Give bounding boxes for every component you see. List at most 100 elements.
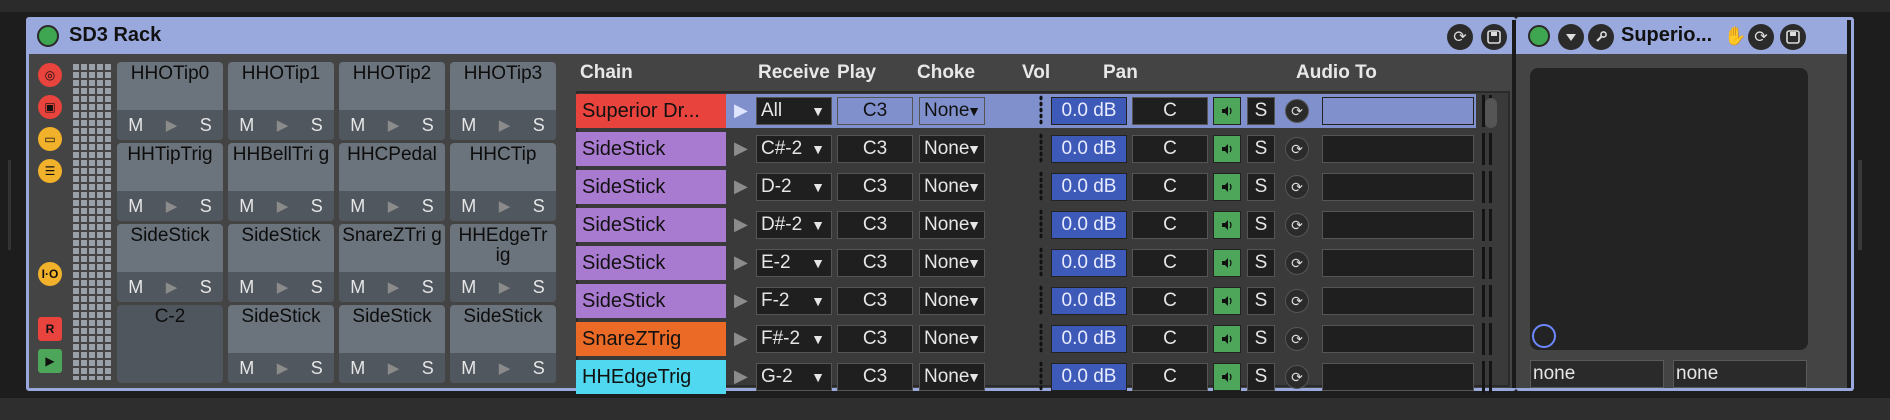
- drum-pad[interactable]: SideStick M ▶ S: [228, 305, 334, 383]
- chain-name[interactable]: HHEdgeTrig: [576, 360, 726, 394]
- x-axis-select[interactable]: none: [1530, 360, 1664, 388]
- chain-row[interactable]: HHEdgeTrig ▶ G-2 ▼ C3 None ▼ 0.0 dB C S ⟳: [576, 359, 1510, 395]
- choke-dropdown[interactable]: None ▼: [919, 287, 985, 315]
- volume-field[interactable]: 0.0 dB: [1051, 287, 1127, 315]
- pad-mute-button[interactable]: M: [350, 115, 365, 136]
- chain-row[interactable]: SideStick ▶ C#-2 ▼ C3 None ▼ 0.0 dB C S ⟳: [576, 131, 1510, 167]
- pad-play-icon[interactable]: ▶: [166, 278, 178, 296]
- pan-field[interactable]: C: [1132, 97, 1208, 125]
- chain-play-icon[interactable]: ▶: [734, 214, 748, 235]
- pad-play-icon[interactable]: ▶: [499, 359, 511, 377]
- drag-handle[interactable]: [1039, 133, 1043, 163]
- chain-name[interactable]: SideStick: [576, 208, 726, 242]
- speaker-icon[interactable]: [1213, 287, 1241, 315]
- solo-button[interactable]: S: [1247, 287, 1275, 315]
- receive-dropdown[interactable]: D-2 ▼: [756, 173, 832, 201]
- chain-row[interactable]: SideStick ▶ D#-2 ▼ C3 None ▼ 0.0 dB C S ⟳: [576, 207, 1510, 243]
- pan-field[interactable]: C: [1132, 135, 1208, 163]
- pad-solo-button[interactable]: S: [533, 358, 545, 379]
- chain-row[interactable]: SideStick ▶ F-2 ▼ C3 None ▼ 0.0 dB C S ⟳: [576, 283, 1510, 319]
- solo-button[interactable]: S: [1247, 325, 1275, 353]
- receive-dropdown[interactable]: C#-2 ▼: [756, 135, 832, 163]
- choke-dropdown[interactable]: None ▼: [919, 325, 985, 353]
- pad-mute-button[interactable]: M: [239, 358, 254, 379]
- pad-solo-button[interactable]: S: [422, 277, 434, 298]
- play-note-field[interactable]: C3: [837, 287, 913, 315]
- pad-mute-button[interactable]: M: [239, 196, 254, 217]
- speaker-icon[interactable]: [1213, 211, 1241, 239]
- drum-pad[interactable]: SideStick M ▶ S: [228, 224, 334, 302]
- drum-pad[interactable]: HHOTip1 M ▶ S: [228, 62, 334, 140]
- pad-play-icon[interactable]: ▶: [388, 197, 400, 215]
- pad-solo-button[interactable]: S: [311, 115, 323, 136]
- pad-play-icon[interactable]: ▶: [277, 116, 289, 134]
- hotswap-icon[interactable]: ⟳: [1285, 289, 1309, 313]
- speaker-icon[interactable]: [1213, 363, 1241, 391]
- drum-pad[interactable]: C-2: [117, 305, 223, 383]
- drag-handle[interactable]: [1039, 209, 1043, 239]
- volume-field[interactable]: 0.0 dB: [1051, 325, 1127, 353]
- volume-field[interactable]: 0.0 dB: [1051, 363, 1127, 391]
- chain-name[interactable]: SideStick: [576, 170, 726, 204]
- left-scroll-handle[interactable]: [8, 160, 11, 250]
- pad-solo-button[interactable]: S: [422, 196, 434, 217]
- pad-overview-grid[interactable]: [71, 62, 111, 380]
- hotswap-icon[interactable]: ⟳: [1285, 365, 1309, 389]
- pad-play-icon[interactable]: ▶: [388, 116, 400, 134]
- choke-dropdown[interactable]: None ▼: [919, 363, 985, 391]
- volume-field[interactable]: 0.0 dB: [1051, 173, 1127, 201]
- pad-play-icon[interactable]: ▶: [388, 359, 400, 377]
- receive-dropdown[interactable]: D#-2 ▼: [756, 211, 832, 239]
- drum-pad[interactable]: HHOTip0 M ▶ S: [117, 62, 223, 140]
- play-note-field[interactable]: C3: [837, 173, 913, 201]
- pad-mute-button[interactable]: M: [461, 358, 476, 379]
- chain-row[interactable]: SideStick ▶ E-2 ▼ C3 None ▼ 0.0 dB C S ⟳: [576, 245, 1510, 281]
- plugin-power-button[interactable]: [1528, 25, 1550, 47]
- speaker-icon[interactable]: [1213, 135, 1241, 163]
- drag-handle[interactable]: [1039, 171, 1043, 201]
- pad-solo-button[interactable]: S: [200, 277, 212, 298]
- pad-mute-button[interactable]: M: [350, 196, 365, 217]
- drum-pad[interactable]: HHEdgeTr ig M ▶ S: [450, 224, 556, 302]
- speaker-icon[interactable]: [1213, 97, 1241, 125]
- drum-pad[interactable]: SnareZTri g M ▶ S: [339, 224, 445, 302]
- pad-solo-button[interactable]: S: [422, 115, 434, 136]
- chain-play-icon[interactable]: ▶: [734, 252, 748, 273]
- hotswap-icon[interactable]: ⟳: [1285, 137, 1309, 161]
- xy-pad[interactable]: [1530, 68, 1808, 350]
- rack-title-bar[interactable]: [29, 20, 1513, 54]
- pad-play-icon[interactable]: ▶: [499, 197, 511, 215]
- pad-mute-button[interactable]: M: [239, 277, 254, 298]
- play-note-field[interactable]: C3: [837, 135, 913, 163]
- play-note-field[interactable]: C3: [837, 363, 913, 391]
- drum-pad[interactable]: HHCTip M ▶ S: [450, 143, 556, 221]
- receive-dropdown[interactable]: E-2 ▼: [756, 249, 832, 277]
- choke-dropdown[interactable]: None ▼: [919, 135, 985, 163]
- speaker-icon[interactable]: [1213, 325, 1241, 353]
- audio-to-dropdown[interactable]: [1322, 363, 1474, 391]
- chain-name[interactable]: SideStick: [576, 284, 726, 318]
- speaker-icon[interactable]: [1213, 173, 1241, 201]
- pad-play-icon[interactable]: ▶: [166, 116, 178, 134]
- drum-pad[interactable]: SideStick M ▶ S: [117, 224, 223, 302]
- chain-row[interactable]: SideStick ▶ D-2 ▼ C3 None ▼ 0.0 dB C S ⟳: [576, 169, 1510, 205]
- hotswap-icon[interactable]: ⟳: [1285, 213, 1309, 237]
- solo-button[interactable]: S: [1247, 249, 1275, 277]
- pad-play-icon[interactable]: ▶: [277, 197, 289, 215]
- pad-play-icon[interactable]: ▶: [277, 278, 289, 296]
- chain-play-icon[interactable]: ▶: [734, 328, 748, 349]
- chain-list-scrollbar[interactable]: [1485, 98, 1497, 128]
- pad-mute-button[interactable]: M: [461, 115, 476, 136]
- plugin-save-icon[interactable]: [1780, 24, 1806, 50]
- y-axis-select[interactable]: none: [1673, 360, 1807, 388]
- chain-play-icon[interactable]: ▶: [734, 290, 748, 311]
- r-icon[interactable]: R: [38, 317, 62, 341]
- rack-hotswap-icon[interactable]: ⟳: [1447, 24, 1473, 50]
- list-icon[interactable]: ☰: [38, 159, 62, 183]
- pan-field[interactable]: C: [1132, 211, 1208, 239]
- solo-button[interactable]: S: [1247, 135, 1275, 163]
- hand-icon[interactable]: ✋: [1724, 26, 1746, 47]
- audio-to-dropdown[interactable]: [1322, 287, 1474, 315]
- chain-row[interactable]: SnareZTrig ▶ F#-2 ▼ C3 None ▼ 0.0 dB C S ⟳: [576, 321, 1510, 357]
- pad-solo-button[interactable]: S: [422, 358, 434, 379]
